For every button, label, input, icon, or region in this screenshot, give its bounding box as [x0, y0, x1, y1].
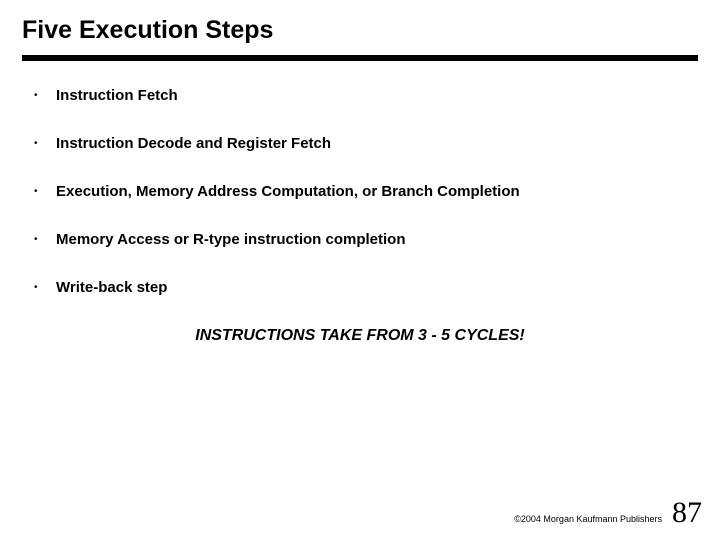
bullet-text: Memory Access or R-type instruction comp… — [56, 231, 406, 248]
list-item: • Write-back step — [34, 279, 720, 297]
title-divider — [22, 55, 698, 61]
list-item: • Memory Access or R-type instruction co… — [34, 231, 720, 249]
slide: Five Execution Steps • Instruction Fetch… — [0, 0, 720, 540]
bullet-text: Execution, Memory Address Computation, o… — [56, 183, 520, 200]
title-block: Five Execution Steps — [0, 0, 720, 45]
page-number: 87 — [672, 496, 702, 530]
bullet-icon: • — [34, 87, 56, 105]
list-item: • Instruction Decode and Register Fetch — [34, 135, 720, 153]
page-title: Five Execution Steps — [22, 16, 720, 45]
bullet-text: Instruction Decode and Register Fetch — [56, 135, 331, 152]
list-item: • Instruction Fetch — [34, 87, 720, 105]
bullet-icon: • — [34, 183, 56, 201]
bullet-text: Write-back step — [56, 279, 167, 296]
bullet-icon: • — [34, 231, 56, 249]
copyright-text: ©2004 Morgan Kaufmann Publishers — [514, 514, 662, 524]
callout-text: INSTRUCTIONS TAKE FROM 3 - 5 CYCLES! — [0, 327, 720, 345]
bullet-icon: • — [34, 135, 56, 153]
bullet-icon: • — [34, 279, 56, 297]
list-item: • Execution, Memory Address Computation,… — [34, 183, 720, 201]
bullet-list: • Instruction Fetch • Instruction Decode… — [34, 87, 720, 297]
bullet-text: Instruction Fetch — [56, 87, 178, 104]
footer: ©2004 Morgan Kaufmann Publishers 87 — [514, 496, 702, 530]
